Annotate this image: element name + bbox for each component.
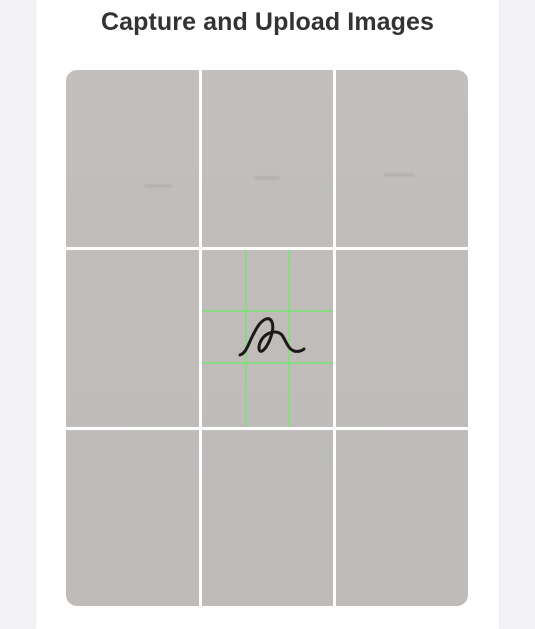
- page-title: Capture and Upload Images: [100, 8, 435, 36]
- paper-texture: [144, 185, 172, 187]
- grid-line-horizontal: [66, 247, 468, 250]
- grid-line-vertical: [199, 70, 202, 606]
- app-root: Capture and Upload Images: [0, 0, 535, 629]
- paper-texture: [384, 174, 414, 176]
- grid-line-horizontal: [66, 427, 468, 430]
- grid-line-vertical: [333, 70, 336, 606]
- handwritten-letter-a: [238, 317, 306, 357]
- camera-preview[interactable]: [66, 70, 468, 606]
- paper-texture: [254, 177, 280, 179]
